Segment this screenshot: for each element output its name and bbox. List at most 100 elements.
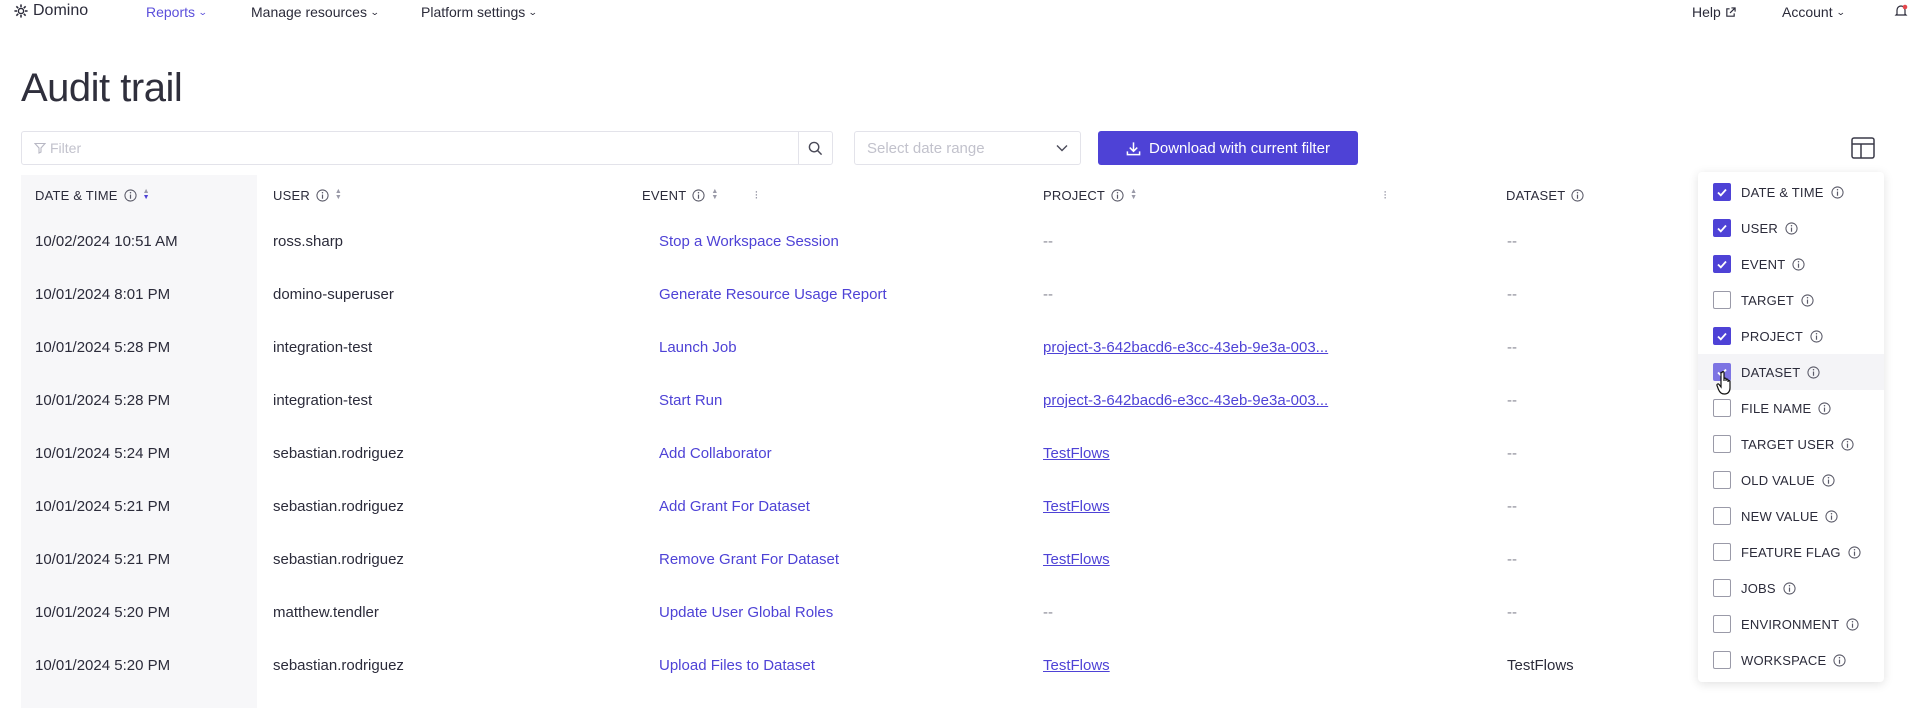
column-resize-handle[interactable]: ⁝ — [1383, 188, 1387, 202]
info-icon[interactable] — [1801, 293, 1814, 307]
info-icon[interactable] — [1792, 257, 1805, 271]
cell-event-link[interactable]: Remove Grant For Dataset — [659, 533, 839, 586]
checkbox-checked[interactable] — [1713, 327, 1731, 345]
cell-event-link[interactable]: Generate Resource Usage Report — [659, 268, 887, 321]
info-icon[interactable] — [316, 188, 329, 202]
table-row[interactable]: 10/01/2024 5:20 PM sebastian.rodriguez U… — [21, 639, 1701, 692]
header-datetime[interactable]: DATE & TIME ▲ ▼ — [21, 175, 257, 215]
nav-platform-settings[interactable]: Platform settings ⌄ — [421, 4, 538, 20]
cell-dataset: -- — [1507, 551, 1517, 568]
checkbox-checked[interactable] — [1713, 183, 1731, 201]
table-row[interactable]: 10/01/2024 8:01 PM domino-superuser Gene… — [21, 268, 1701, 321]
checkbox-unchecked[interactable] — [1713, 435, 1731, 453]
checkbox-unchecked[interactable] — [1713, 399, 1731, 417]
checkbox-unchecked[interactable] — [1713, 615, 1731, 633]
table-row[interactable]: 10/01/2024 5:28 PM integration-test Star… — [21, 374, 1701, 427]
nav-reports[interactable]: Reports ⌄ — [146, 4, 208, 20]
table-row[interactable]: 10/01/2024 5:20 PM matthew.tendler Updat… — [21, 586, 1701, 639]
checkbox-unchecked[interactable] — [1713, 471, 1731, 489]
cell-event-link[interactable]: Start Run — [659, 374, 722, 427]
column-option-feature-flag[interactable]: FEATURE FLAG — [1698, 534, 1884, 570]
layout-icon[interactable] — [1851, 137, 1875, 159]
filter-input[interactable] — [50, 140, 790, 156]
download-icon — [1126, 141, 1141, 155]
sort-icon[interactable]: ▲ ▼ — [335, 188, 342, 201]
nav-help[interactable]: Help — [1692, 4, 1736, 20]
header-dataset[interactable]: DATASET — [1506, 175, 1585, 215]
cell-event-link[interactable]: Stop a Workspace Session — [659, 215, 839, 268]
checkbox-checked[interactable] — [1713, 219, 1731, 237]
table-row[interactable]: 10/01/2024 5:21 PM sebastian.rodriguez A… — [21, 480, 1701, 533]
checkbox-unchecked[interactable] — [1713, 507, 1731, 525]
column-option-environment[interactable]: ENVIRONMENT — [1698, 606, 1884, 642]
column-option-project[interactable]: PROJECT — [1698, 318, 1884, 354]
cell-project-link[interactable]: TestFlows — [1043, 427, 1110, 480]
column-option-target[interactable]: TARGET — [1698, 282, 1884, 318]
cell-event-link[interactable]: Upload Files to Dataset — [659, 639, 815, 692]
column-option-event[interactable]: EVENT — [1698, 246, 1884, 282]
checkbox-unchecked[interactable] — [1713, 543, 1731, 561]
column-option-workspace[interactable]: WORKSPACE — [1698, 642, 1884, 678]
search-button[interactable] — [798, 132, 832, 164]
header-user[interactable]: USER ▲ ▼ — [273, 175, 342, 215]
filter-field[interactable] — [21, 131, 833, 165]
column-option-label: FILE NAME — [1741, 400, 1812, 416]
nav-manage-resources-label: Manage resources — [251, 4, 367, 20]
table-row[interactable]: 10/01/2024 5:28 PM integration-test Laun… — [21, 321, 1701, 374]
info-icon[interactable] — [1822, 473, 1835, 487]
cell-event-link[interactable]: Launch Job — [659, 321, 737, 374]
cell-project-link[interactable]: project-3-642bacd6-e3cc-43eb-9e3a-003... — [1043, 374, 1328, 427]
nav-manage-resources[interactable]: Manage resources ⌄ — [251, 4, 380, 20]
cell-event-link[interactable]: Add Grant For Dataset — [659, 480, 810, 533]
sort-icon[interactable]: ▲ ▼ — [711, 188, 718, 201]
cell-event-link[interactable]: Update User Global Roles — [659, 586, 833, 639]
download-button[interactable]: Download with current filter — [1098, 131, 1358, 165]
info-icon[interactable] — [1846, 617, 1859, 631]
checkbox-unchecked[interactable] — [1713, 579, 1731, 597]
cell-project-link[interactable]: project-3-642bacd6-e3cc-43eb-9e3a-003... — [1043, 321, 1328, 374]
header-event[interactable]: EVENT ▲ ▼ ⁝ — [642, 175, 759, 215]
checkbox-checked[interactable] — [1713, 255, 1731, 273]
column-option-new-value[interactable]: NEW VALUE — [1698, 498, 1884, 534]
sort-icon[interactable]: ▲ ▼ — [143, 188, 150, 201]
info-icon[interactable] — [1825, 509, 1839, 523]
sort-icon[interactable]: ▲ ▼ — [1130, 188, 1137, 201]
info-icon[interactable] — [1111, 188, 1124, 202]
column-option-old-value[interactable]: OLD VALUE — [1698, 462, 1884, 498]
cell-event-link[interactable]: Add Collaborator — [659, 427, 772, 480]
column-option-datetime[interactable]: DATE & TIME — [1698, 174, 1884, 210]
table-row[interactable]: 10/02/2024 10:51 AM ross.sharp Stop a Wo… — [21, 215, 1701, 268]
info-icon[interactable] — [1571, 188, 1585, 202]
info-icon[interactable] — [1785, 221, 1798, 235]
table-row[interactable]: 10/01/2024 5:24 PM sebastian.rodriguez A… — [21, 427, 1701, 480]
column-option-label-wrap: OLD VALUE — [1741, 473, 1835, 488]
checkbox-unchecked[interactable] — [1713, 291, 1731, 309]
info-icon[interactable] — [692, 188, 705, 202]
info-icon[interactable] — [1848, 545, 1861, 559]
column-option-target-user[interactable]: TARGET USER — [1698, 426, 1884, 462]
info-icon[interactable] — [1833, 653, 1846, 667]
nav-account[interactable]: Account ⌄ — [1782, 4, 1845, 20]
checkbox-unchecked[interactable] — [1713, 651, 1731, 669]
info-icon[interactable] — [124, 188, 137, 202]
column-option-jobs[interactable]: JOBS — [1698, 570, 1884, 606]
header-project[interactable]: PROJECT ▲ ▼ ⁝ — [1043, 175, 1387, 215]
info-icon[interactable] — [1831, 185, 1844, 199]
brand-logo[interactable]: Domino — [14, 2, 88, 20]
info-icon[interactable] — [1810, 329, 1823, 343]
date-range-placeholder: Select date range — [867, 139, 985, 157]
bell-icon[interactable] — [1894, 4, 1908, 18]
column-option-user[interactable]: USER — [1698, 210, 1884, 246]
column-resize-handle[interactable]: ⁝ — [754, 188, 758, 202]
cell-project-link[interactable]: TestFlows — [1043, 533, 1110, 586]
date-range-select[interactable]: Select date range — [854, 131, 1081, 165]
column-option-label: NEW VALUE — [1741, 508, 1819, 524]
info-icon[interactable] — [1783, 581, 1796, 595]
cell-project-link[interactable]: TestFlows — [1043, 480, 1110, 533]
cell-datetime: 10/01/2024 5:20 PM — [35, 657, 171, 674]
table-row[interactable]: 10/01/2024 5:21 PM sebastian.rodriguez R… — [21, 533, 1701, 586]
info-icon[interactable] — [1807, 365, 1821, 379]
info-icon[interactable] — [1818, 401, 1832, 415]
cell-project-link[interactable]: TestFlows — [1043, 639, 1110, 692]
info-icon[interactable] — [1841, 437, 1855, 451]
